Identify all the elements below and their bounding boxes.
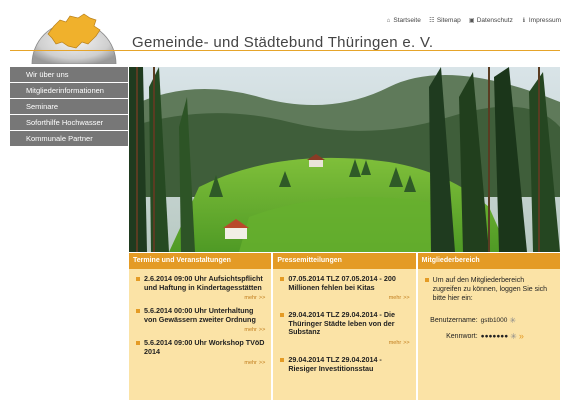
event-link[interactable]: 5.6.2014 00:00 Uhr Unterhaltung von Gewä… [136, 306, 265, 324]
more-label: mehr [388, 339, 402, 346]
event-entry: 5.6.2014 00:00 Uhr Unterhaltung von Gewä… [136, 306, 265, 333]
site-title: Gemeinde- und Städtebund Thüringen e. V. [132, 34, 434, 51]
event-entry: 2.6.2014 09:00 Uhr Aufsichtspflicht und … [136, 274, 265, 301]
events-column: Termine und Veranstaltungen 2.6.2014 09:… [129, 253, 272, 400]
more-label: mehr [388, 295, 402, 302]
content-columns: Termine und Veranstaltungen 2.6.2014 09:… [129, 253, 560, 400]
press-link[interactable]: 29.04.2014 TLZ 29.04.2014 - Riesiger Inv… [280, 355, 409, 373]
header-divider [10, 50, 560, 51]
privacy-icon: ▣ [468, 17, 475, 24]
more-label: mehr [244, 327, 257, 334]
double-arrow-icon: >> [258, 295, 266, 302]
members-heading: Mitgliederbereich [417, 253, 560, 269]
press-heading: Pressemitteilungen [273, 253, 416, 269]
event-more-link[interactable]: mehr >> [136, 295, 265, 301]
topnav-label: Impressum [528, 17, 561, 24]
top-navigation: ⌂ Startseite ☷ Sitemap ▣ Datenschutz ℹ I… [385, 17, 561, 24]
members-column: Mitgliederbereich Um auf den Mitgliederb… [417, 253, 560, 400]
logo-thuringia-map [31, 13, 117, 64]
topnav-impressum[interactable]: ℹ Impressum [521, 17, 561, 24]
username-field[interactable]: gstb1000 [481, 317, 508, 324]
press-entry: 29.04.2014 TLZ 29.04.2014 - Die Thüringe… [280, 310, 410, 346]
sidebar-item-soforthilfe-hochwasser[interactable]: Soforthilfe Hochwasser [10, 115, 128, 130]
username-row: Benutzername: gstb1000 ✳ [425, 315, 554, 325]
sidebar-item-wir-ueber-uns[interactable]: Wir über uns [10, 67, 128, 82]
password-row: Kennwort: ●●●●●●● ✳ » [425, 331, 554, 341]
home-icon: ⌂ [386, 17, 391, 24]
required-asterisk-icon: ✳ [509, 315, 517, 325]
info-icon: ℹ [522, 17, 525, 24]
event-link[interactable]: 5.6.2014 09:00 Uhr Workshop TVöD 2014 [136, 339, 265, 356]
topnav-sitemap[interactable]: ☷ Sitemap [429, 17, 461, 24]
topnav-label: Sitemap [436, 17, 461, 24]
sidebar-item-seminare[interactable]: Seminare [10, 99, 128, 114]
username-label: Benutzername: [430, 316, 478, 324]
event-more-link[interactable]: mehr >> [136, 360, 265, 366]
events-heading: Termine und Veranstaltungen [129, 253, 272, 269]
double-arrow-icon: >> [258, 327, 266, 334]
event-link[interactable]: 2.6.2014 09:00 Uhr Aufsichtspflicht und … [136, 274, 265, 292]
double-arrow-icon: >> [403, 295, 410, 302]
press-more-link[interactable]: mehr >> [280, 295, 410, 302]
topnav-label: Startseite [393, 17, 421, 24]
topnav-startseite[interactable]: ⌂ Startseite [385, 17, 421, 24]
sidebar-item-kommunale-partner[interactable]: Kommunale Partner [10, 131, 128, 146]
event-entry: 5.6.2014 09:00 Uhr Workshop TVöD 2014 me… [136, 339, 265, 366]
required-asterisk-icon: ✳ [510, 331, 517, 341]
sitemap-icon: ☷ [429, 17, 435, 24]
event-more-link[interactable]: mehr >> [136, 327, 265, 333]
press-entry: 07.05.2014 TLZ 07.05.2014 - 200 Millione… [280, 274, 410, 302]
hero-landscape-image [129, 67, 560, 252]
press-link[interactable]: 07.05.2014 TLZ 07.05.2014 - 200 Millione… [280, 274, 409, 292]
double-arrow-icon: >> [403, 339, 410, 346]
password-field[interactable]: ●●●●●●● [481, 333, 508, 340]
more-label: mehr [244, 359, 257, 366]
topnav-datenschutz[interactable]: ▣ Datenschutz [469, 17, 513, 24]
members-intro: Um auf den Mitgliederbereich zugreifen z… [424, 276, 554, 303]
login-submit-button[interactable]: » [519, 331, 524, 341]
topnav-label: Datenschutz [476, 17, 513, 24]
press-entry: 29.04.2014 TLZ 29.04.2014 - Riesiger Inv… [280, 355, 409, 373]
press-more-link[interactable]: mehr >> [280, 339, 410, 346]
more-label: mehr [244, 295, 257, 302]
press-column: Pressemitteilungen 07.05.2014 TLZ 07.05.… [273, 253, 416, 400]
sidebar-navigation: Wir über uns Mitgliederinformationen Sem… [10, 67, 128, 147]
sidebar-item-mitgliederinformationen[interactable]: Mitgliederinformationen [10, 83, 128, 98]
password-label: Kennwort: [446, 332, 478, 340]
double-arrow-icon: >> [258, 359, 266, 366]
press-link[interactable]: 29.04.2014 TLZ 29.04.2014 - Die Thüringe… [280, 310, 409, 337]
